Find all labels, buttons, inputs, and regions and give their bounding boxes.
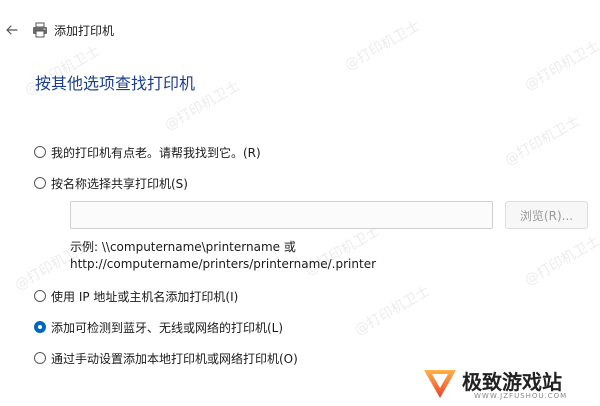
site-logo-url: WWW.JZFUSHOU.COM [474, 392, 568, 400]
option-manual-local-network[interactable]: 通过手动设置添加本地打印机或网络打印机(O) [34, 349, 298, 367]
printer-icon [33, 22, 47, 38]
example-text: http://computername/printers/printername… [70, 257, 377, 271]
site-logo-name: 极致游戏站 [462, 370, 562, 394]
option-radio[interactable] [34, 321, 46, 333]
page-heading: 按其他选项查找打印机 [35, 74, 196, 93]
watermark: @打印机卫士 [502, 112, 583, 169]
back-button[interactable] [2, 20, 22, 40]
browse-button[interactable]: 浏览(R)... [505, 201, 588, 229]
option-shared-by-name[interactable]: 按名称选择共享打印机(S) [34, 174, 188, 192]
watermark: @打印机卫士 [352, 282, 433, 339]
option-radio[interactable] [34, 146, 46, 158]
option-label: 按名称选择共享打印机(S) [51, 176, 188, 191]
window-title: 添加打印机 [54, 24, 115, 38]
option-bluetooth-wireless-network[interactable]: 添加可检测到蓝牙、无线或网络的打印机(L) [34, 318, 283, 336]
watermark: @打印机卫士 [342, 17, 423, 74]
example-text: 示例: \\computername\printername 或 [70, 240, 296, 254]
option-radio[interactable] [34, 177, 46, 189]
option-label: 我的打印机有点老。请帮我找到它。(R) [51, 145, 261, 160]
watermark: @打印机卫士 [522, 37, 600, 94]
option-old-printer[interactable]: 我的打印机有点老。请帮我找到它。(R) [34, 143, 261, 161]
shared-printer-name-input[interactable] [70, 201, 493, 229]
arrow-left-icon [6, 25, 18, 35]
option-label: 添加可检测到蓝牙、无线或网络的打印机(L) [51, 320, 284, 335]
option-ip-hostname[interactable]: 使用 IP 地址或主机名添加打印机(I) [34, 287, 238, 305]
watermark: @打印机卫士 [522, 232, 600, 289]
option-label: 使用 IP 地址或主机名添加打印机(I) [51, 289, 239, 304]
option-label: 通过手动设置添加本地打印机或网络打印机(O) [51, 351, 298, 366]
option-radio[interactable] [34, 352, 46, 364]
option-radio[interactable] [34, 290, 46, 302]
